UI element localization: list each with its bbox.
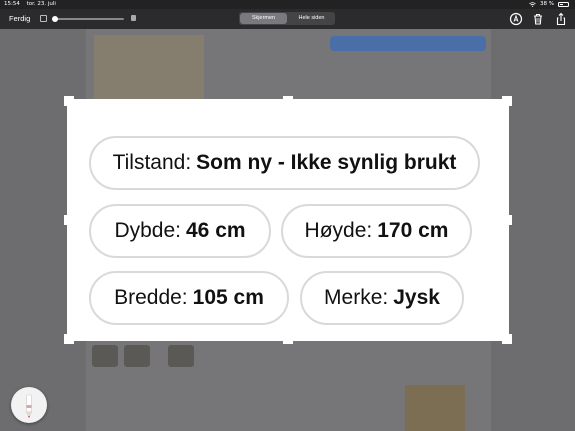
markup-toolbar: Ferdig Skjermen Hele siden (0, 9, 575, 29)
background-thumbnail (124, 345, 150, 367)
crop-handle-right[interactable] (509, 215, 512, 225)
condition-label: Tilstand: (112, 151, 192, 174)
battery-icon (558, 2, 569, 7)
background-image (94, 35, 204, 105)
opacity-icon (131, 15, 136, 21)
battery-percent: 38 % (540, 1, 554, 7)
height-pill: Høyde: 170 cm (281, 204, 472, 258)
status-time: 15:54 (4, 1, 20, 7)
brand-value: Jysk (393, 286, 440, 309)
status-date: tor. 23. juli (26, 1, 56, 7)
condition-value: Som ny - Ikke synlig brukt (196, 151, 457, 174)
markup-icon[interactable] (509, 12, 523, 26)
depth-value: 46 cm (186, 219, 246, 242)
slider-knob[interactable] (52, 16, 58, 22)
depth-pill: Dybde: 46 cm (89, 204, 271, 258)
status-bar: 15:54 tor. 23. juli 38 % (0, 0, 575, 9)
share-icon[interactable] (554, 12, 568, 26)
done-button[interactable]: Ferdig (9, 12, 30, 26)
pencil-icon (26, 394, 32, 419)
crop-handle-top-right[interactable] (509, 96, 512, 106)
width-pill: Bredde: 105 cm (89, 271, 289, 325)
crop-handle-bottom-left[interactable] (64, 334, 67, 344)
capture-mode-control: Skjermen Hele siden (239, 12, 335, 25)
background-button (330, 36, 486, 51)
crop-handle-left[interactable] (64, 215, 67, 225)
opacity-slider[interactable] (52, 16, 124, 22)
height-label: Høyde: (304, 219, 373, 242)
background-thumbnail (168, 345, 194, 367)
crop-handle-bottom[interactable] (283, 341, 293, 344)
condition-pill: Tilstand: Som ny - Ikke synlig brukt (89, 136, 480, 190)
pencil-tool-button[interactable] (11, 387, 47, 423)
background-thumbnail (92, 345, 118, 367)
crop-icon[interactable] (40, 15, 47, 22)
width-label: Bredde: (114, 286, 188, 309)
brand-label: Merke: (324, 286, 389, 309)
crop-handle-bottom-right[interactable] (509, 334, 512, 344)
crop-selection[interactable]: Tilstand: Som ny - Ikke synlig brukt Dyb… (67, 99, 509, 341)
crop-handle-top[interactable] (283, 96, 293, 99)
crop-handle-top-left[interactable] (64, 96, 67, 106)
width-value: 105 cm (192, 286, 264, 309)
background-photo (405, 385, 465, 431)
wifi-icon (529, 2, 536, 7)
brand-pill: Merke: Jysk (300, 271, 464, 325)
height-value: 170 cm (377, 219, 449, 242)
trash-icon[interactable] (531, 12, 545, 26)
segment-screen[interactable]: Skjermen (240, 13, 287, 24)
segment-full-page[interactable]: Hele siden (288, 12, 335, 25)
depth-label: Dybde: (114, 219, 181, 242)
